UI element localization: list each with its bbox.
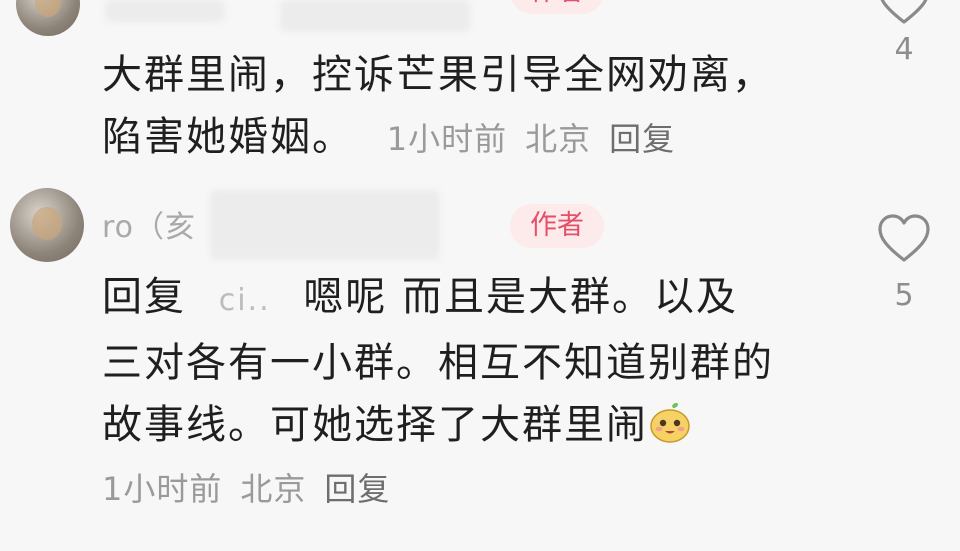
like-count: 5	[894, 278, 914, 313]
comment-line: 陷害她婚姻。 1小时前 北京 回复	[102, 106, 774, 170]
reply-prefix: 回复	[102, 274, 186, 320]
comment-text: 大群里闹，控诉芒果引导全网劝离， 陷害她婚姻。 1小时前 北京 回复	[102, 44, 774, 170]
comment-item-2: ro（亥 作者 5 回复 ci.. 嗯呢 而且是大群。以及 三对各有一小群。相互…	[0, 168, 960, 548]
comment-meta: 1小时前 北京 回复	[387, 120, 693, 158]
mention-link[interactable]: ci..	[219, 283, 271, 318]
comment-line: 大群里闹，控诉芒果引导全网劝离，	[102, 52, 774, 98]
avatar[interactable]	[10, 188, 84, 262]
comment-time: 1小时前	[386, 120, 508, 158]
reply-button[interactable]: 回复	[324, 470, 390, 508]
reply-button[interactable]: 回复	[609, 120, 675, 158]
avatar[interactable]	[16, 0, 80, 36]
comment-text: 回复 ci.. 嗯呢 而且是大群。以及 三对各有一小群。相互不知道别群的 故事线…	[102, 266, 774, 456]
nickname[interactable]: ro（亥	[102, 202, 196, 246]
comment-location: 北京	[525, 120, 592, 158]
comment-item-1: 作者 4 大群里闹，控诉芒果引导全网劝离， 陷害她婚姻。 1小时前北京回复	[0, 0, 960, 170]
nickname-blur	[105, 0, 225, 22]
comment-line: 回复 ci.. 嗯呢 而且是大群。以及	[102, 266, 774, 332]
comment-line: 故事线。可她选择了大群里闹	[102, 394, 774, 456]
comment-line-end: 故事线。可她选择了大群里闹	[102, 402, 648, 448]
comment-meta: 1小时前 北京 回复	[102, 464, 408, 510]
like-button[interactable]: 5	[873, 212, 935, 313]
comment-time: 1小时前	[102, 470, 223, 508]
heart-icon	[880, 0, 928, 24]
nickname-blur	[210, 190, 440, 260]
author-badge: 作者	[510, 0, 604, 14]
heart-icon	[878, 214, 930, 262]
smiling-face-emoji-icon	[648, 400, 690, 443]
comment-location: 北京	[240, 470, 307, 508]
author-badge: 作者	[510, 204, 604, 248]
comment-line: 三对各有一小群。相互不知道别群的	[102, 340, 774, 386]
comment-line-end: 陷害她婚姻。	[102, 114, 354, 160]
like-count: 4	[894, 32, 914, 67]
comment-line-start: 嗯呢 而且是大群。以及	[303, 274, 739, 320]
nickname-blur	[280, 0, 470, 32]
like-button[interactable]: 4	[873, 0, 935, 67]
